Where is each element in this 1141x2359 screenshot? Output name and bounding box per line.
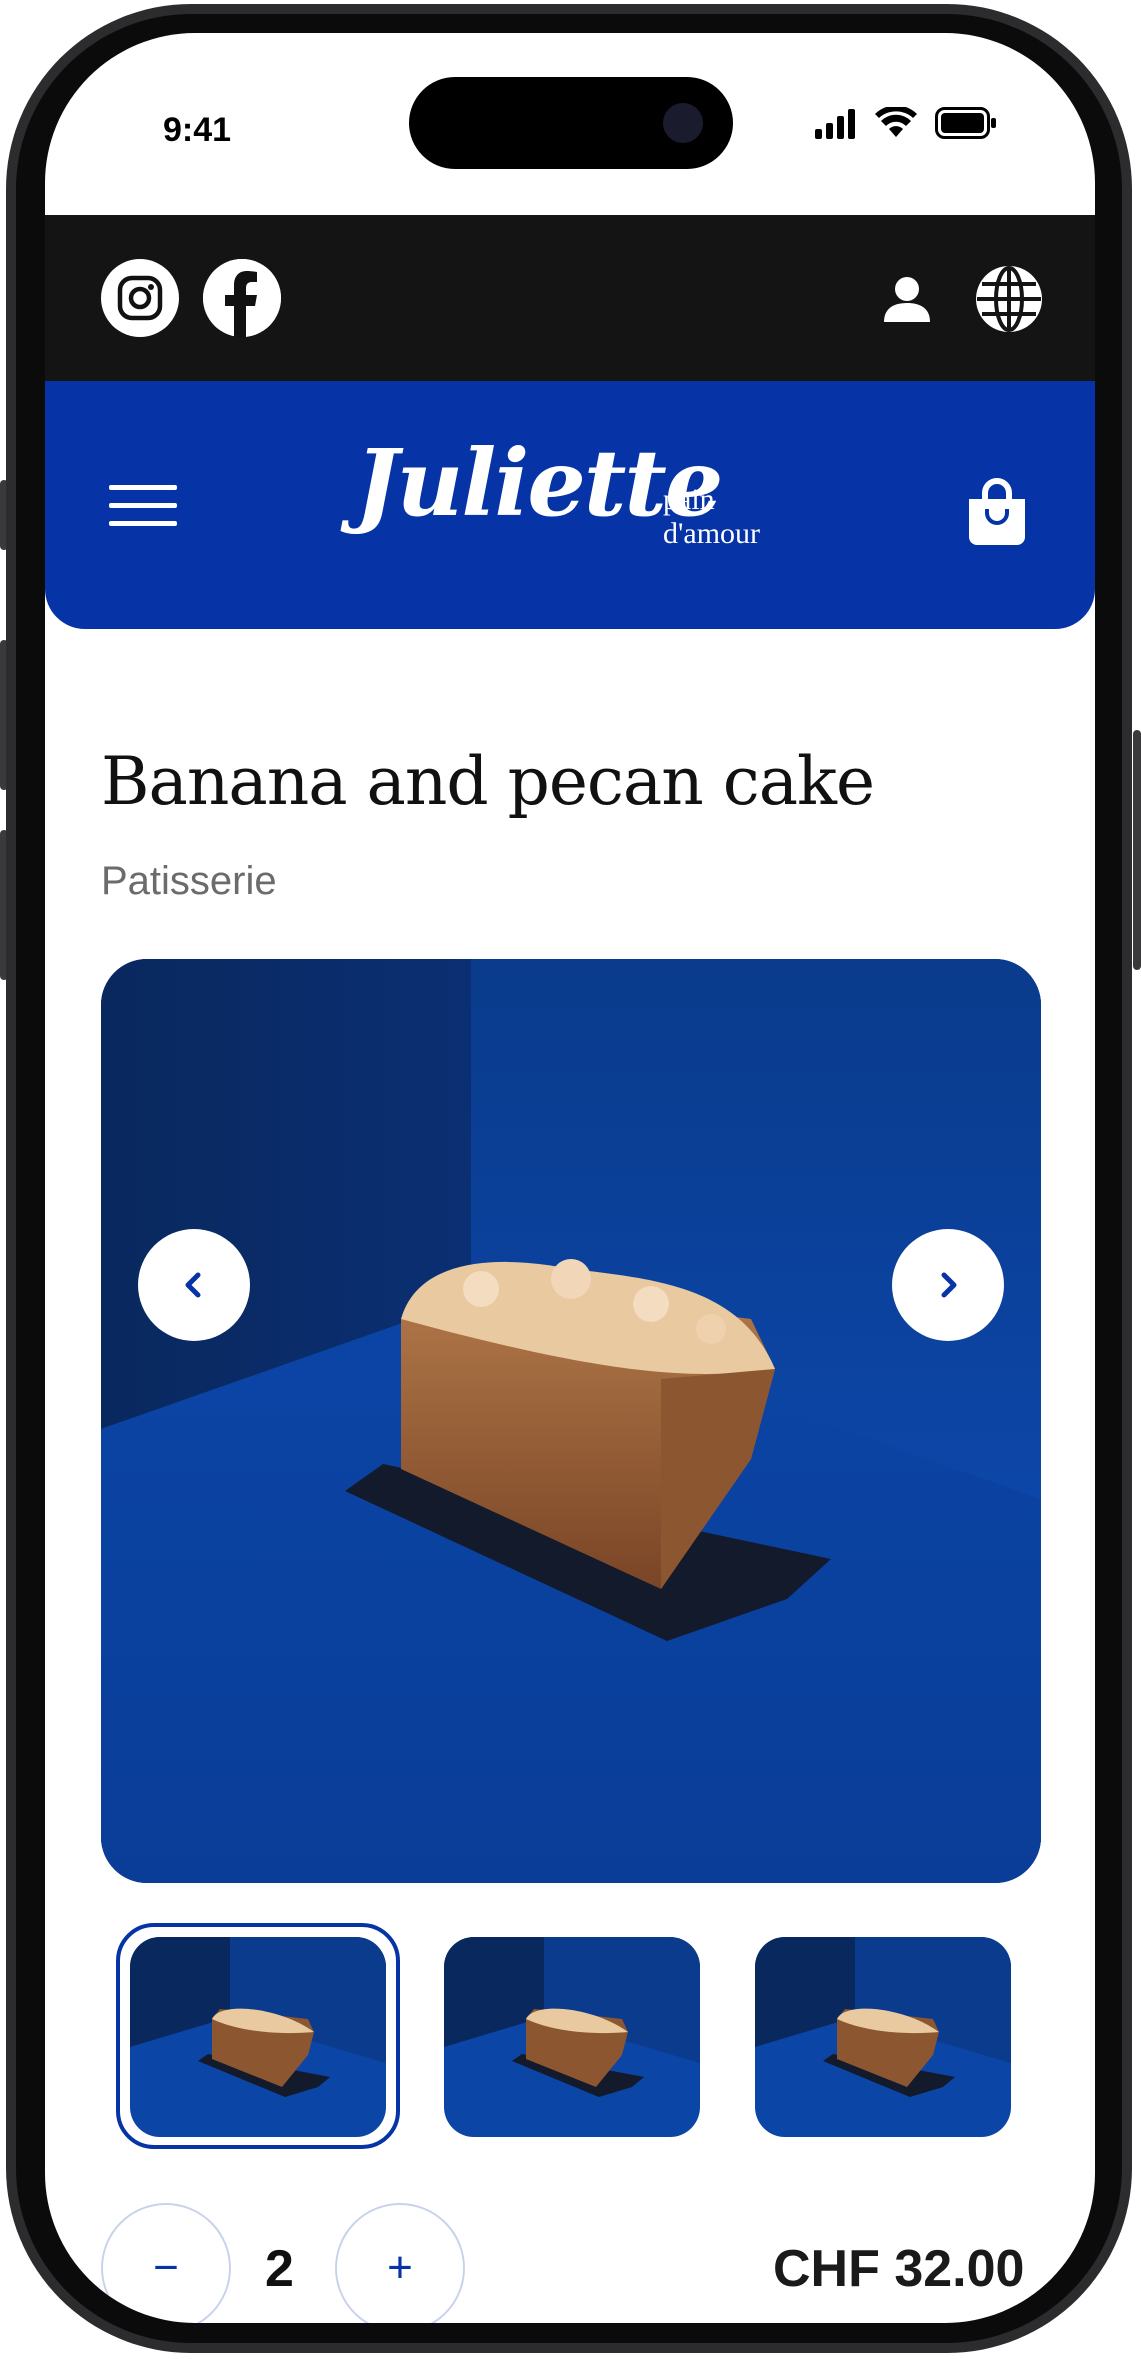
brand-logo[interactable]: Juliette pain d'amour bbox=[355, 429, 795, 550]
gallery-prev-button[interactable] bbox=[138, 1229, 250, 1341]
hamburger-icon[interactable] bbox=[109, 485, 177, 531]
shopping-bag-icon[interactable] bbox=[965, 477, 1029, 547]
thumbnail-2[interactable] bbox=[444, 1937, 700, 2137]
thumbnail-3[interactable] bbox=[755, 1937, 1011, 2137]
top-utility-bar bbox=[45, 215, 1095, 383]
phone-screen: 9:41 Juliette pain d'amour Banana and pe… bbox=[45, 33, 1095, 2323]
quantity-decrease-button[interactable]: − bbox=[101, 2203, 231, 2323]
chevron-right-icon bbox=[941, 1272, 957, 1298]
dynamic-island bbox=[409, 77, 733, 169]
quantity-value: 2 bbox=[265, 2240, 294, 2298]
power-button bbox=[1133, 730, 1141, 970]
product-category: Patisserie bbox=[101, 859, 277, 903]
product-price: CHF 32.00 bbox=[773, 2240, 1025, 2298]
gallery-next-button[interactable] bbox=[892, 1229, 1004, 1341]
quantity-increase-button[interactable]: + bbox=[335, 2203, 465, 2323]
globe-icon[interactable] bbox=[969, 259, 1049, 339]
product-image-main bbox=[101, 959, 1041, 1883]
thumbnail-1[interactable] bbox=[130, 1937, 386, 2137]
brand-tagline: pain d'amour bbox=[663, 483, 761, 550]
battery-icon bbox=[935, 107, 997, 139]
page-title: Banana and pecan cake bbox=[101, 743, 875, 820]
signal-icon bbox=[815, 109, 857, 139]
chevron-left-icon bbox=[185, 1272, 201, 1298]
wifi-icon bbox=[875, 105, 917, 139]
facebook-icon[interactable] bbox=[203, 259, 281, 337]
site-header: Juliette pain d'amour bbox=[45, 381, 1095, 629]
instagram-icon[interactable] bbox=[101, 259, 179, 337]
user-icon[interactable] bbox=[867, 259, 947, 339]
status-time: 9:41 bbox=[163, 111, 232, 149]
